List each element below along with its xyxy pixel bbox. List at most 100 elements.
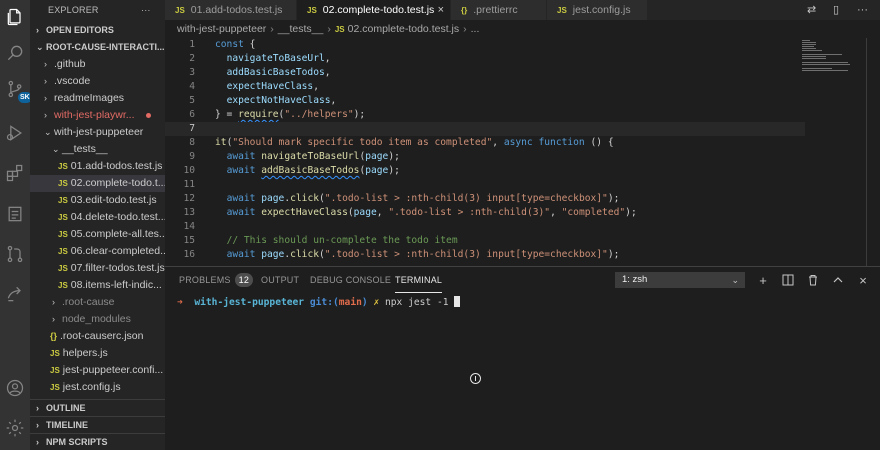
- tab-debug-console[interactable]: DEBUG CONSOLE: [310, 267, 391, 293]
- chevron-right-icon: ›: [44, 93, 47, 103]
- code-token: const: [215, 39, 244, 50]
- bottom-panel: PROBLEMS 12 OUTPUT DEBUG CONSOLE TERMINAL…: [165, 266, 880, 450]
- settings-gear-icon[interactable]: [4, 417, 26, 439]
- tree-folder-readme-images[interactable]: › readmeImages: [30, 90, 165, 107]
- tree-file-helpers[interactable]: JS helpers.js: [30, 345, 165, 362]
- js-file-icon: JS: [50, 366, 60, 375]
- more-actions-icon[interactable]: ···: [857, 0, 868, 20]
- extensions-icon[interactable]: [4, 162, 26, 184]
- tree-item-label: 01.add-todos.test.js: [70, 160, 163, 172]
- terminal-prompt-line[interactable]: ➜ with-jest-puppeteer git:(main) ✗ npx j…: [177, 296, 461, 310]
- terminal-select[interactable]: 1: zsh ⌄: [615, 272, 745, 288]
- tree-file-08-items-left[interactable]: JS 08.items-left-indic...: [30, 277, 165, 294]
- remote-explorer-icon[interactable]: [4, 283, 26, 305]
- terminal-select-value: 1: zsh: [622, 274, 648, 285]
- tab-prettierrc[interactable]: {} .prettierrc: [451, 0, 546, 20]
- open-editors-section[interactable]: › OPEN EDITORS: [30, 22, 165, 39]
- code-token: page: [261, 249, 285, 260]
- maximize-panel-icon[interactable]: [830, 272, 846, 288]
- chevron-right-icon: ›: [52, 314, 55, 324]
- dirty-marker-icon: ✗: [373, 297, 380, 308]
- chevron-down-icon: ⌄: [36, 42, 44, 52]
- breadcrumb-folder[interactable]: with-jest-puppeteer: [177, 23, 266, 35]
- minimap-line: [802, 44, 816, 45]
- line-number: 5: [189, 95, 195, 106]
- tree-file-root-causerc[interactable]: {} .root-causerc.json: [30, 328, 165, 345]
- minimap[interactable]: [800, 38, 860, 78]
- npm-scripts-section[interactable]: › NPM SCRIPTS: [30, 433, 165, 450]
- outline-section[interactable]: › OUTLINE: [30, 399, 165, 416]
- code-token: click: [290, 193, 320, 204]
- tree-file-jest-config[interactable]: JS jest.config.js: [30, 379, 165, 396]
- source-control-icon[interactable]: SK: [4, 78, 32, 103]
- tree-file-07-filter-todos[interactable]: JS 07.filter-todos.test.js: [30, 260, 165, 277]
- chevron-down-icon: ⌄: [52, 144, 60, 154]
- line-number: 16: [183, 249, 195, 260]
- code-editor[interactable]: 1 const { 2 navigateToBaseUrl, 3 addBasic…: [165, 38, 880, 266]
- tree-folder-tests[interactable]: ⌄ __tests__: [30, 141, 165, 158]
- tree-folder-vscode[interactable]: › .vscode: [30, 73, 165, 90]
- tab-label: TERMINAL: [395, 275, 443, 285]
- code-token: page: [365, 165, 389, 176]
- code-line: 11: [165, 178, 805, 192]
- account-icon[interactable]: [4, 377, 26, 399]
- tree-file-06-clear-completed[interactable]: JS 06.clear-completed...: [30, 243, 165, 260]
- close-panel-icon[interactable]: ×: [855, 272, 871, 288]
- tab-02-complete-todo[interactable]: JS 02.complete-todo.test.js ×: [297, 0, 450, 20]
- tree-item-label: 07.filter-todos.test.js: [70, 262, 165, 274]
- search-icon[interactable]: [4, 42, 26, 64]
- breadcrumb-folder[interactable]: __tests__: [278, 23, 324, 35]
- breadcrumb-file[interactable]: 02.complete-todo.test.js: [348, 23, 459, 35]
- close-icon[interactable]: ×: [438, 0, 444, 20]
- add-terminal-icon[interactable]: +: [755, 272, 771, 288]
- code-line: 6} = require("../helpers");: [165, 108, 805, 122]
- tree-item-label: .root-cause: [62, 296, 115, 308]
- testing-icon[interactable]: [4, 203, 26, 225]
- tree-item-label: jest.config.js: [62, 381, 121, 393]
- code-token: () {: [584, 137, 614, 148]
- npm-scripts-label: NPM SCRIPTS: [46, 437, 108, 447]
- split-editor-icon[interactable]: ▯: [833, 0, 839, 20]
- explorer-icon[interactable]: [4, 6, 26, 28]
- terminal-cursor: [454, 296, 461, 307]
- tab-problems[interactable]: PROBLEMS 12: [179, 267, 254, 293]
- line-number: 7: [189, 123, 195, 134]
- pull-request-icon[interactable]: [4, 243, 26, 265]
- tree-file-05-complete-all[interactable]: JS 05.complete-all.tes...: [30, 226, 165, 243]
- tree-file-jest-puppeteer-config[interactable]: JS jest-puppeteer.confi...: [30, 362, 165, 379]
- tree-folder-with-jest-playwright[interactable]: › with-jest-playwr...: [30, 107, 165, 124]
- run-debug-icon[interactable]: [4, 122, 26, 144]
- tree-folder-with-jest-puppeteer[interactable]: ⌄ with-jest-puppeteer: [30, 124, 165, 141]
- tree-folder-github[interactable]: › .github: [30, 56, 165, 73]
- workspace-root-section[interactable]: ⌄ ROOT-CAUSE-INTERACTI...: [30, 39, 165, 56]
- tree-file-02-complete-todo[interactable]: JS 02.complete-todo.t...: [30, 175, 165, 192]
- compare-icon[interactable]: ⇄: [807, 0, 816, 20]
- tree-item-label: 08.items-left-indic...: [70, 279, 162, 291]
- tab-output[interactable]: OUTPUT: [261, 267, 299, 293]
- trash-icon[interactable]: [805, 272, 821, 288]
- tree-file-04-delete-todo[interactable]: JS 04.delete-todo.test...: [30, 209, 165, 226]
- more-actions-icon[interactable]: ···: [141, 0, 151, 20]
- breadcrumb-symbol[interactable]: ...: [471, 23, 480, 35]
- editor-scrollbar[interactable]: [866, 38, 867, 266]
- timeline-section[interactable]: › TIMELINE: [30, 416, 165, 433]
- tree-item-label: jest-puppeteer.confi...: [62, 364, 164, 376]
- tab-01-add-todos[interactable]: JS 01.add-todos.test.js: [165, 0, 296, 20]
- tab-jest-config[interactable]: JS jest.config.js: [547, 0, 647, 20]
- code-token: navigateToBaseUrl: [261, 151, 360, 162]
- chevron-right-icon: ›: [44, 110, 47, 120]
- code-text: await page.click(".todo-list > :nth-chil…: [226, 193, 620, 204]
- code-text: addBasicBaseTodos,: [226, 67, 331, 78]
- tree-item-label: node_modules: [62, 313, 131, 325]
- terminal-command: npx jest -1: [385, 297, 449, 308]
- tab-terminal[interactable]: TERMINAL: [395, 267, 443, 293]
- split-terminal-icon[interactable]: [780, 272, 796, 288]
- activity-bar: SK: [0, 0, 32, 450]
- tab-label: 01.add-todos.test.js: [190, 4, 283, 16]
- tree-file-03-edit-todo[interactable]: JS 03.edit-todo.test.js: [30, 192, 165, 209]
- tree-folder-node-modules[interactable]: › node_modules: [30, 311, 165, 328]
- tree-file-01-add-todos[interactable]: JS 01.add-todos.test.js: [30, 158, 165, 175]
- code-line: 4 expectHaveClass,: [165, 80, 805, 94]
- tree-item-label: 06.clear-completed...: [70, 245, 165, 257]
- tree-folder-root-cause[interactable]: › .root-cause: [30, 294, 165, 311]
